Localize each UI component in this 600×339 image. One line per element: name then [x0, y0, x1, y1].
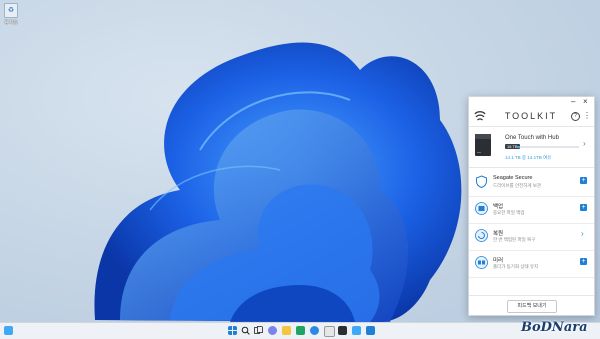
add-button[interactable]: + — [580, 204, 587, 211]
shield-icon — [476, 175, 487, 188]
taskbar — [0, 322, 600, 339]
row-title: 백업 — [493, 204, 504, 210]
row-subtitle: 폴더가 동기화 상태 유지 — [493, 264, 539, 269]
footer: 피드백 보내기 — [469, 295, 594, 316]
add-button[interactable]: + — [580, 258, 587, 265]
storage-bar — [517, 146, 579, 148]
mirror-icon — [475, 256, 488, 269]
row-title: 미러 — [493, 258, 504, 264]
edge-browser-icon[interactable] — [310, 326, 319, 335]
row-backup[interactable]: 백업 중요한 파일 백업 + — [469, 196, 594, 224]
toolkit-taskbar-icon[interactable] — [352, 326, 361, 335]
help-icon[interactable]: ? — [571, 112, 580, 121]
app-icon[interactable] — [366, 326, 375, 335]
recycle-bin-label: 휴지통 — [4, 20, 18, 26]
row-title: Seagate Secure — [493, 175, 533, 181]
title-bar[interactable]: – × — [469, 97, 594, 109]
row-subtitle: 중요한 파일 백업 — [493, 210, 525, 215]
recycle-bin-icon: ♻ — [4, 3, 18, 18]
row-mirror[interactable]: 미러 폴더가 동기화 상태 유지 + — [469, 250, 594, 278]
row-restore[interactable]: 복원 한 번 백업된 파일 복구 › — [469, 223, 594, 251]
search-icon[interactable] — [241, 326, 250, 335]
close-button[interactable]: × — [583, 97, 588, 107]
device-name: One Touch with Hub — [505, 135, 559, 141]
row-seagate-secure[interactable]: Seagate Secure 드라이브를 안전하게 보관 + — [469, 169, 594, 197]
row-subtitle: 드라이브를 안전하게 보관 — [493, 183, 542, 188]
row-subtitle: 한 번 백업된 파일 복구 — [493, 237, 536, 242]
recycle-bin[interactable]: ♻ 휴지통 — [3, 3, 19, 26]
widgets-icon[interactable] — [4, 326, 13, 335]
minimize-button[interactable]: – — [571, 97, 575, 107]
watermark: BoDNara — [521, 320, 588, 335]
store-icon[interactable] — [324, 326, 335, 337]
app-header: TOOLKIT ? ⋮ — [469, 109, 594, 127]
free-space-text: 14.1 TB 중 14.1TB 여유 — [505, 155, 552, 160]
chevron-right-icon[interactable]: › — [581, 229, 584, 238]
feedback-button[interactable]: 피드백 보내기 — [507, 300, 557, 313]
task-view-icon[interactable] — [254, 326, 263, 335]
add-button[interactable]: + — [580, 177, 587, 184]
app-title: TOOLKIT — [504, 111, 558, 121]
seagate-logo-icon — [474, 111, 486, 121]
toolkit-window: – × TOOLKIT ? ⋮ One Touch with Hub 16 TB… — [468, 96, 595, 316]
windows-start-icon[interactable] — [228, 326, 237, 335]
file-explorer-icon[interactable] — [282, 326, 291, 335]
device-card[interactable]: One Touch with Hub 16 TB 14.1 TB 중 14.1T… — [469, 127, 594, 168]
chat-icon[interactable] — [268, 326, 277, 335]
row-title: 복원 — [493, 231, 504, 237]
backup-icon — [475, 202, 488, 215]
storage-bar-fill — [517, 146, 521, 148]
chevron-right-icon[interactable]: › — [583, 139, 586, 148]
hard-drive-icon — [475, 134, 491, 156]
settings-icon[interactable] — [338, 326, 347, 335]
restore-icon — [475, 229, 488, 242]
more-options-icon[interactable]: ⋮ — [583, 111, 591, 120]
edge-icon[interactable] — [296, 326, 305, 335]
